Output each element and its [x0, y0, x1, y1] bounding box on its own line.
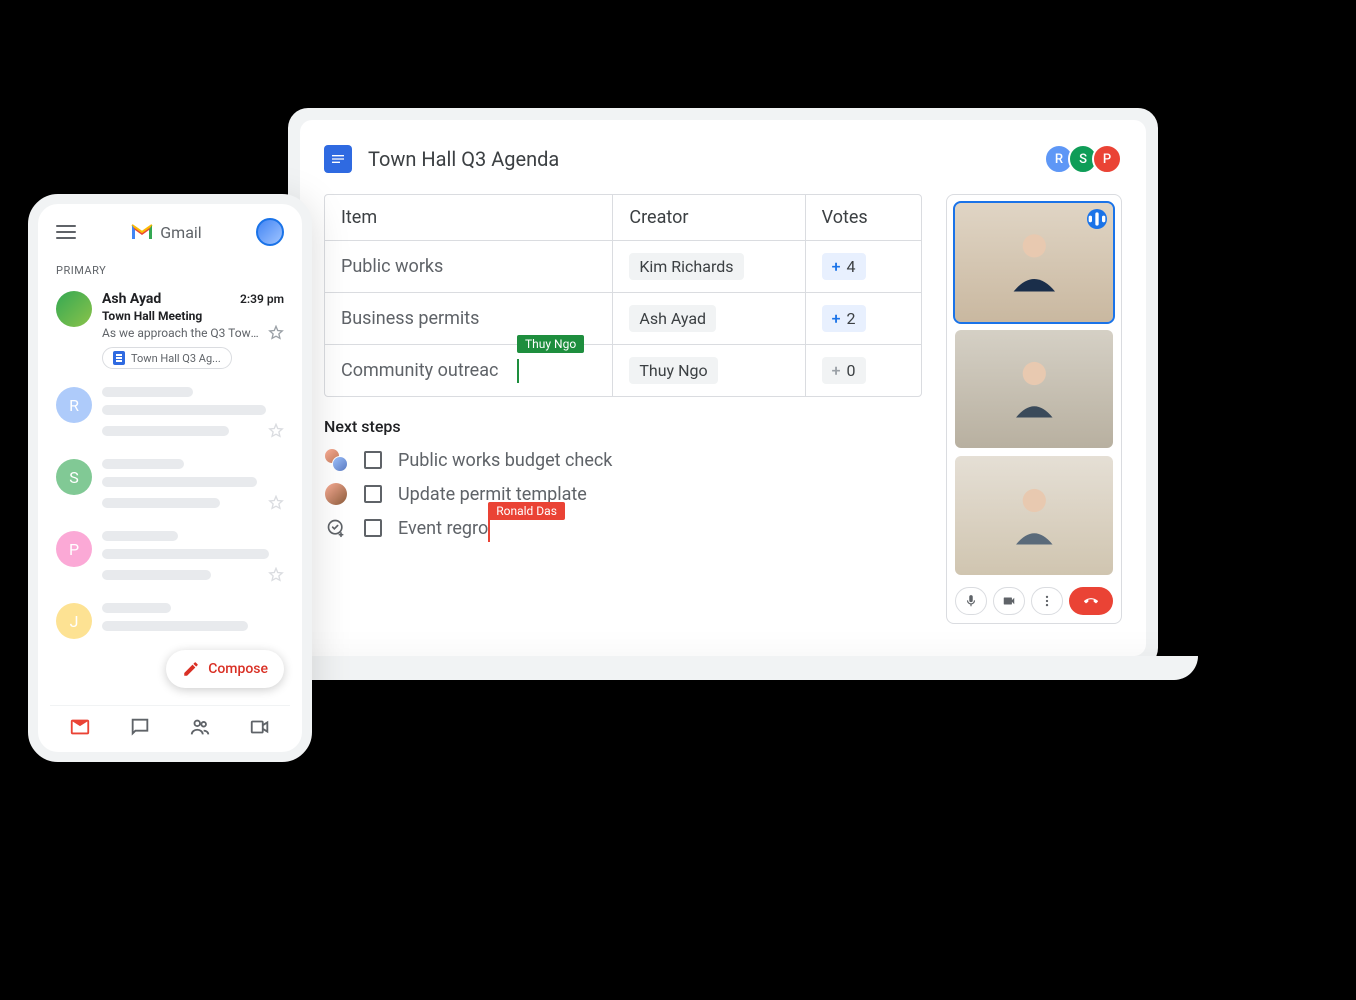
meet-nav-icon[interactable] — [249, 716, 271, 738]
email-preview: As we approach the Q3 Town Ha... — [102, 326, 262, 340]
email-skeleton[interactable]: P — [50, 521, 290, 593]
laptop-base — [248, 656, 1198, 680]
app-name: Gmail — [160, 223, 201, 242]
laptop-frame: Town Hall Q3 Agenda R S P Item Creator V… — [288, 108, 1158, 668]
table-row: Business permits Ash Ayad +2 — [325, 293, 921, 345]
plus-icon: + — [832, 309, 841, 328]
header-votes: Votes — [806, 195, 921, 240]
meet-panel — [946, 194, 1122, 624]
step-row: Update permit template — [324, 482, 922, 506]
phone-header: Gmail — [50, 218, 290, 256]
email-skeleton[interactable]: R — [50, 377, 290, 449]
meet-participant-tile[interactable] — [955, 203, 1113, 322]
next-steps-title: Next steps — [324, 417, 922, 436]
step-row: Public works budget check — [324, 448, 922, 472]
meet-participant-tile[interactable] — [955, 330, 1113, 449]
cell-creator[interactable]: Thuy Ngo — [613, 345, 805, 396]
assignee-group-icon[interactable] — [324, 448, 348, 472]
avatar-placeholder: R — [56, 387, 92, 423]
profile-avatar[interactable] — [256, 218, 284, 246]
creator-chip: Kim Richards — [629, 253, 743, 280]
collab-cursor-tag-red: Ronald Das — [488, 502, 565, 520]
cell-votes[interactable]: +4 — [806, 241, 921, 292]
cell-creator[interactable]: Ash Ayad — [613, 293, 805, 344]
step-text[interactable]: Public works budget check — [398, 450, 612, 471]
plus-icon: + — [832, 257, 841, 276]
mic-button[interactable] — [955, 587, 987, 615]
email-time: 2:39 pm — [240, 292, 284, 306]
plus-icon: + — [832, 361, 841, 380]
avatar-placeholder: S — [56, 459, 92, 495]
vote-chip[interactable]: +4 — [822, 253, 866, 280]
chat-nav-icon[interactable] — [129, 716, 151, 738]
agenda-table: Item Creator Votes Public works Kim Rich… — [324, 194, 922, 397]
star-icon[interactable] — [268, 423, 284, 439]
vote-chip[interactable]: +2 — [822, 305, 866, 332]
attachment-chip[interactable]: Town Hall Q3 Ag... — [102, 347, 232, 369]
assignee-face-icon[interactable] — [324, 482, 348, 506]
docs-icon — [324, 145, 352, 173]
assign-task-icon[interactable] — [324, 516, 348, 540]
compose-button[interactable]: Compose — [166, 650, 284, 688]
spaces-nav-icon[interactable] — [189, 716, 211, 738]
avatar-placeholder: P — [56, 531, 92, 567]
doc-title[interactable]: Town Hall Q3 Agenda — [368, 147, 1034, 171]
cell-item[interactable]: Community outreac Thuy Ngo — [325, 345, 613, 396]
cell-creator[interactable]: Kim Richards — [613, 241, 805, 292]
camera-button[interactable] — [993, 587, 1025, 615]
doc-body: Item Creator Votes Public works Kim Rich… — [324, 194, 1122, 624]
collab-cursor-tag-green: Thuy Ngo — [517, 335, 584, 353]
email-subject: Town Hall Meeting — [102, 309, 284, 323]
checkbox[interactable] — [364, 519, 382, 537]
sender-avatar — [56, 291, 92, 327]
email-skeleton[interactable]: J — [50, 593, 290, 649]
cell-votes[interactable]: +2 — [806, 293, 921, 344]
doc-header: Town Hall Q3 Agenda R S P — [324, 144, 1122, 174]
cell-item[interactable]: Public works — [325, 241, 613, 292]
step-text[interactable]: Event regro Ronald Das — [398, 518, 488, 539]
step-row: Event regro Ronald Das — [324, 516, 922, 540]
table-row: Community outreac Thuy Ngo Thuy Ngo +0 — [325, 345, 921, 396]
next-steps-section: Next steps Public works budget check Upd… — [324, 417, 922, 540]
creator-chip: Ash Ayad — [629, 305, 716, 332]
mail-nav-icon[interactable] — [69, 716, 91, 738]
meet-participant-tile[interactable] — [955, 456, 1113, 575]
email-skeleton[interactable]: S — [50, 449, 290, 521]
tab-primary[interactable]: PRIMARY — [50, 256, 290, 283]
creator-chip: Thuy Ngo — [629, 357, 717, 384]
checkbox[interactable] — [364, 485, 382, 503]
table-row: Public works Kim Richards +4 — [325, 241, 921, 293]
more-options-button[interactable] — [1031, 587, 1063, 615]
sender-name: Ash Ayad — [102, 291, 161, 307]
meet-controls — [955, 587, 1113, 615]
header-creator: Creator — [613, 195, 805, 240]
phone-bottom-nav — [50, 705, 290, 738]
avatar-p[interactable]: P — [1092, 144, 1122, 174]
email-item[interactable]: Ash Ayad 2:39 pm Town Hall Meeting As we… — [50, 283, 290, 377]
star-icon[interactable] — [268, 495, 284, 511]
star-icon[interactable] — [268, 567, 284, 583]
cell-votes[interactable]: +0 — [806, 345, 921, 396]
phone-frame: Gmail PRIMARY Ash Ayad 2:39 pm Town Hall… — [28, 194, 312, 762]
checkbox[interactable] — [364, 451, 382, 469]
collab-cursor-green — [517, 359, 519, 383]
collaborator-avatars: R S P — [1050, 144, 1122, 174]
header-item: Item — [325, 195, 613, 240]
speaking-indicator-icon — [1087, 209, 1107, 229]
star-icon[interactable] — [268, 325, 284, 341]
collab-cursor-red — [488, 518, 490, 542]
menu-icon[interactable] — [56, 225, 76, 239]
avatar-placeholder: J — [56, 603, 92, 639]
docs-mini-icon — [113, 351, 125, 365]
hangup-button[interactable] — [1069, 587, 1113, 615]
vote-chip[interactable]: +0 — [822, 357, 866, 384]
table-header-row: Item Creator Votes — [325, 195, 921, 241]
doc-main: Item Creator Votes Public works Kim Rich… — [324, 194, 922, 624]
laptop-screen: Town Hall Q3 Agenda R S P Item Creator V… — [300, 120, 1146, 656]
gmail-logo: Gmail — [130, 223, 201, 242]
